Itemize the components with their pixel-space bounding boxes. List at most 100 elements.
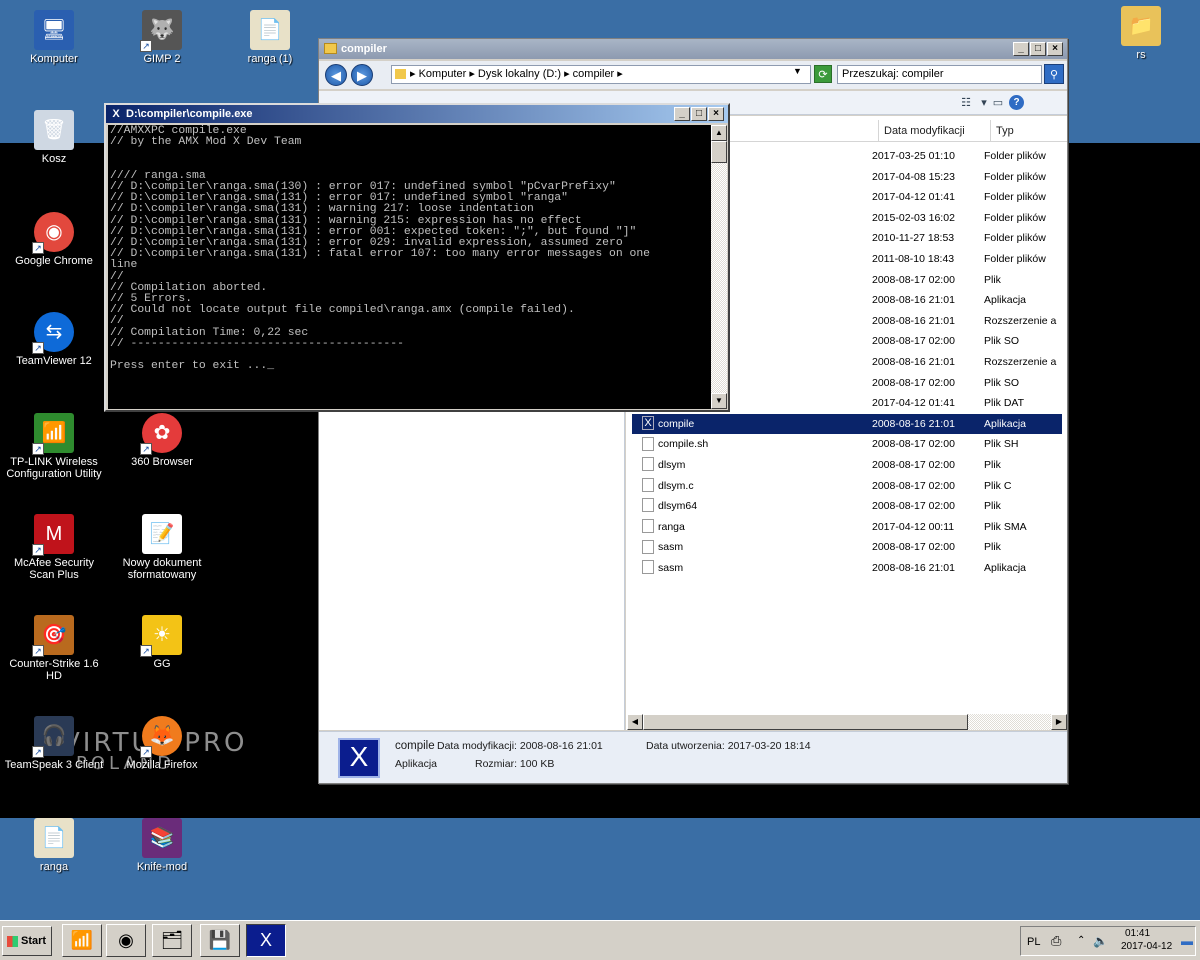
file-date: 2008-08-17 02:00	[872, 500, 955, 513]
desktop-icon-computer[interactable]: 🖥 Komputer	[2, 10, 106, 65]
file-date: 2017-04-12 00:11	[872, 520, 955, 533]
teamviewer-icon: ⇆ ↗	[32, 312, 74, 354]
file-date: 2008-08-16 21:01	[872, 314, 955, 327]
file-name: dlsym	[642, 455, 862, 475]
taskbar-button[interactable]: 📶	[62, 924, 102, 957]
scrollbar-thumb[interactable]	[711, 141, 727, 163]
file-name: Xcompile	[642, 414, 862, 434]
preview-pane-icon[interactable]: ▭	[991, 96, 1005, 110]
volume-icon[interactable]: 🔈	[1093, 934, 1108, 948]
console-title-bar[interactable]: X D:\compiler\compile.exe _ □ ×	[106, 105, 728, 123]
desktop-icon-knife[interactable]: 📚 Knife-mod	[110, 818, 214, 873]
chevron-down-icon[interactable]: ▼	[793, 66, 802, 76]
file-row[interactable]: compile.sh 2008-08-17 02:00 Plik SH	[632, 434, 1062, 454]
file-row[interactable]: dlsym 2008-08-17 02:00 Plik	[632, 455, 1062, 475]
scroll-down-icon[interactable]: ▼	[711, 393, 727, 409]
back-arrow-icon[interactable]: ◀	[325, 64, 347, 86]
details-kind: Aplikacja	[395, 758, 438, 770]
printer-icon[interactable]: ⎙	[1051, 933, 1061, 949]
shortcut-arrow-icon: ↗	[140, 645, 152, 657]
file-row[interactable]: Xcompile 2008-08-16 21:01 Aplikacja	[632, 413, 1062, 434]
help-icon[interactable]: ?	[1009, 95, 1024, 110]
show-hidden-icons-icon[interactable]: ⌃	[1077, 935, 1085, 946]
file-date: 2017-04-08 15:23	[872, 170, 955, 183]
file-date: 2017-03-25 01:10	[872, 150, 955, 162]
console-line: Press enter to exit ..._	[110, 360, 275, 373]
desktop-icon-teamspeak[interactable]: 🎧 ↗ TeamSpeak 3 Client	[2, 716, 106, 771]
details-created: Data utworzenia: 2017-03-20 18:14	[646, 740, 811, 752]
file-name-text: compile.sh	[658, 438, 709, 451]
desktop-icon-gimp[interactable]: 🐺 ↗ GIMP 2	[110, 10, 214, 65]
desktop-icon-mcafee[interactable]: M ↗ McAfee Security Scan Plus	[2, 514, 106, 581]
chrome-icon: ◉ ↗	[32, 212, 74, 254]
file-date: 2008-08-16 21:01	[872, 417, 955, 430]
minimize-button[interactable]: _	[674, 107, 690, 121]
chevron-down-icon[interactable]: ▾	[977, 96, 991, 110]
console-scrollbar[interactable]: ▲ ▼	[711, 125, 727, 409]
forward-arrow-icon[interactable]: ▶	[351, 64, 373, 86]
explorer-title-bar[interactable]: compiler _ □ ×	[319, 39, 1067, 59]
teamspeak-icon: 🎧 ↗	[32, 716, 74, 758]
address-bar-row: ◀ ▶ ▸ Komputer ▸ Dysk lokalny (D:) ▸ com…	[319, 61, 1067, 89]
start-button[interactable]: Start	[2, 926, 52, 956]
close-button[interactable]: ×	[708, 107, 724, 121]
desktop-icon-recycle[interactable]: 🗑 Kosz	[2, 110, 106, 165]
file-date: 2008-08-16 21:01	[872, 562, 955, 574]
shortcut-arrow-icon: ↗	[32, 645, 44, 657]
taskbar-button[interactable]: 💾	[200, 924, 240, 957]
recycle-bin-icon: 🗑	[34, 110, 74, 150]
desktop-icon-rs[interactable]: 📁 rs	[1089, 6, 1193, 61]
desktop-icon-gg[interactable]: ☀ ↗ GG	[110, 615, 214, 670]
file-type: Folder plików	[984, 170, 1046, 183]
file-row[interactable]: dlsym64 2008-08-17 02:00 Plik	[632, 496, 1062, 516]
desktop-icon-chrome[interactable]: ◉ ↗ Google Chrome	[2, 212, 106, 267]
scroll-right-icon[interactable]: ▶	[1051, 714, 1067, 730]
file-icon	[642, 539, 654, 554]
desktop-icon-360browser[interactable]: ✿ ↗ 360 Browser	[110, 413, 214, 468]
file-date: 2008-08-17 02:00	[872, 541, 955, 554]
desktop-icon-tplink[interactable]: 📶 ↗ TP-LINK Wireless Configuration Utility	[2, 413, 106, 480]
close-button[interactable]: ×	[1047, 42, 1063, 56]
desktop-icon-teamviewer[interactable]: ⇆ ↗ TeamViewer 12	[2, 312, 106, 367]
refresh-icon[interactable]: ⟳	[814, 65, 832, 83]
scroll-up-icon[interactable]: ▲	[711, 125, 727, 141]
file-row[interactable]: ranga 2017-04-12 00:11 Plik SMA	[632, 517, 1062, 537]
desktop-icon-cs16[interactable]: 🎯 ↗ Counter-Strike 1.6 HD	[2, 615, 106, 682]
horizontal-scrollbar[interactable]: ◀ ▶	[627, 714, 1067, 730]
desktop-icon-nowy-dok[interactable]: 📝 Nowy dokument sformatowany	[110, 514, 214, 581]
maximize-button[interactable]: □	[1030, 42, 1046, 56]
maximize-button[interactable]: □	[691, 107, 707, 121]
folder-icon: 📁	[1121, 6, 1161, 46]
taskbar-button[interactable]: ◉	[106, 924, 146, 957]
file-row[interactable]: sasm 2008-08-16 21:01 Aplikacja	[632, 558, 1062, 578]
taskbar-button[interactable]: 🗂	[152, 924, 192, 957]
minimize-button[interactable]: _	[1013, 42, 1029, 56]
scrollbar-thumb[interactable]	[643, 714, 968, 730]
desktop-icon-ranga-1[interactable]: 📄 ranga (1)	[218, 10, 322, 65]
desktop-icon-ranga[interactable]: 📄 ranga	[2, 818, 106, 873]
column-type[interactable]: Typ	[990, 120, 1067, 142]
scroll-left-icon[interactable]: ◀	[627, 714, 643, 730]
shortcut-arrow-icon: ↗	[32, 746, 44, 758]
view-options-icon[interactable]: ☷	[959, 96, 973, 110]
file-date: 2011-08-10 18:43	[872, 253, 955, 265]
language-indicator[interactable]: PL	[1027, 936, 1040, 948]
desktop-icon-firefox[interactable]: 🦊 ↗ Mozilla Firefox	[110, 716, 214, 771]
clock-date[interactable]: 2017-04-12	[1121, 941, 1172, 952]
clock-time[interactable]: 01:41	[1125, 928, 1150, 939]
show-desktop-icon[interactable]: ▬	[1181, 934, 1193, 948]
file-type: Folder plików	[984, 253, 1046, 265]
address-bar[interactable]: ▸ Komputer ▸ Dysk lokalny (D:) ▸ compile…	[391, 65, 811, 84]
search-icon[interactable]: ⚲	[1044, 64, 1064, 84]
console-output[interactable]: //AMXXPC compile.exe// by the AMX Mod X …	[108, 125, 711, 409]
file-name-text: dlsym.c	[658, 479, 694, 492]
console-window[interactable]: X D:\compiler\compile.exe _ □ × //AMXXPC…	[104, 103, 730, 412]
file-row[interactable]: sasm 2008-08-17 02:00 Plik	[632, 537, 1062, 557]
file-date: 2008-08-17 02:00	[872, 335, 955, 348]
file-row[interactable]: dlsym.c 2008-08-17 02:00 Plik C	[632, 476, 1062, 496]
taskbar-button[interactable]: X	[246, 924, 286, 957]
search-input[interactable]: Przeszukaj: compiler	[837, 65, 1042, 84]
column-date-modified[interactable]: Data modyfikacji	[878, 120, 988, 142]
breadcrumb[interactable]: ▸ Komputer ▸ Dysk lokalny (D:) ▸ compile…	[410, 68, 623, 80]
